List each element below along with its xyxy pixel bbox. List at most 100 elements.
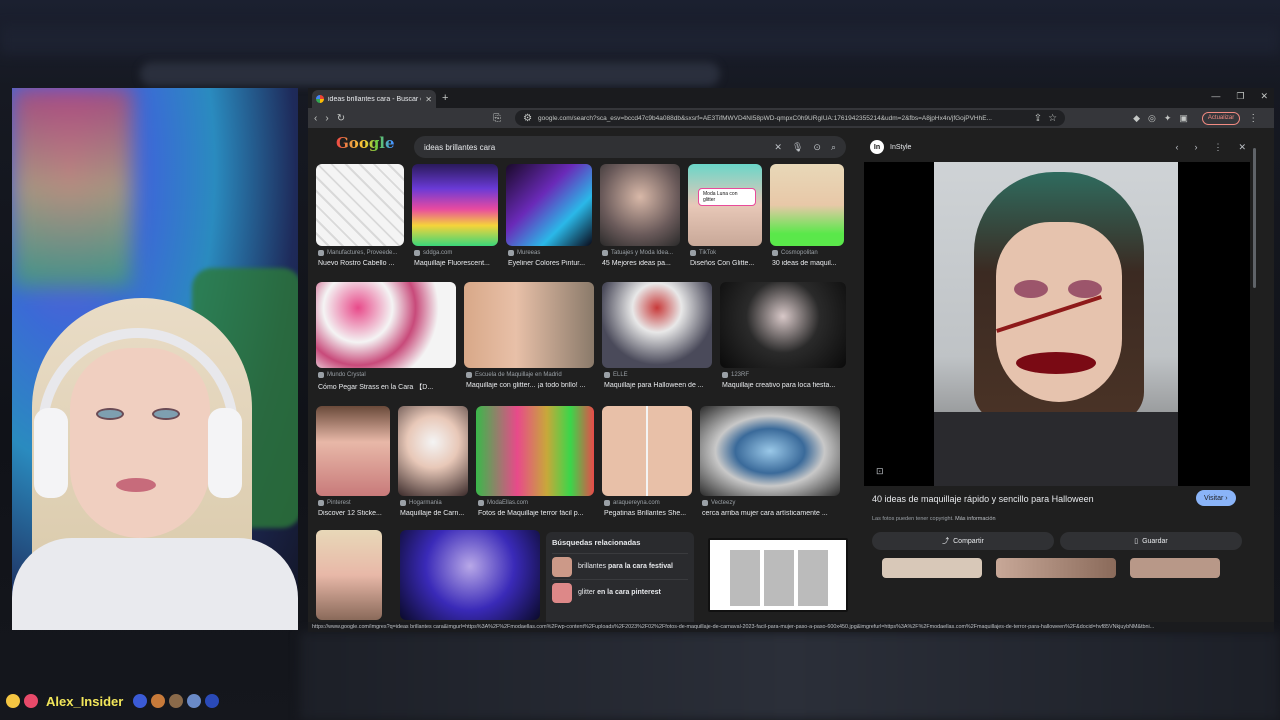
more-image-thumbnail[interactable]	[1130, 558, 1220, 578]
preview-controls: ‹ › ⋮ ✕	[1175, 142, 1246, 153]
screen: Alex_Insider ideas brillantes cara - Bus…	[0, 0, 1280, 720]
result-caption: Diseños Con Glitte...	[690, 260, 755, 267]
browser-tab[interactable]: ideas brillantes cara - Buscar co ✕	[312, 90, 436, 108]
maximize-icon[interactable]: ❐	[1236, 91, 1244, 102]
scrollbar[interactable]	[1253, 148, 1256, 288]
result-thumbnail	[316, 530, 382, 620]
result-caption: Maquillaje creativo para loca fiesta...	[722, 382, 836, 389]
forward-icon[interactable]: ›	[325, 113, 328, 124]
more-image-thumbnail[interactable]	[882, 558, 982, 578]
back-icon[interactable]: ‹	[314, 113, 317, 124]
more-info-link[interactable]: Más información	[955, 516, 995, 522]
emote-badge-icon	[169, 694, 184, 708]
result-source: Hogarmania	[400, 500, 442, 506]
result-caption: 30 ideas de maquil...	[772, 260, 837, 267]
result-source: Cosmopolitan	[772, 250, 818, 256]
star-icon[interactable]: ☆	[1048, 113, 1057, 124]
sidebar-icon[interactable]: ▣	[1179, 113, 1188, 124]
close-icon[interactable]: ✕	[1238, 142, 1246, 153]
visit-button[interactable]: Visitar ›	[1196, 490, 1236, 506]
related-search-label: brillantes para la cara festival	[578, 563, 673, 570]
address-bar[interactable]: ⚙ google.com/search?sca_esv=bccd47c9b4a0…	[515, 110, 1066, 126]
image-result[interactable]: Escuela de Maquillaje en Madrid Maquilla…	[464, 282, 594, 394]
image-result[interactable]: Moda Luna con glitter TikTok Diseños Con…	[688, 164, 762, 268]
result-thumbnail	[770, 164, 844, 246]
image-result[interactable]: Manufactures, Proveede... Nuevo Rostro C…	[316, 164, 404, 268]
share-page-icon[interactable]: ⇪	[1034, 113, 1042, 124]
result-caption: Cómo Pegar Strass en la Cara 【D...	[318, 384, 434, 391]
image-result[interactable]: araquereyna.com Pegatinas Brillantes She…	[602, 406, 692, 518]
microphone-icon[interactable]: 🎙	[792, 142, 803, 153]
minimize-icon[interactable]: —	[1211, 91, 1220, 102]
image-result[interactable]: 123RF Maquillaje creativo para loca fies…	[720, 282, 846, 394]
site-info-icon[interactable]: ⚙	[523, 113, 532, 124]
results-row: Manufactures, Proveede... Nuevo Rostro C…	[316, 164, 844, 268]
clear-icon[interactable]: ✕	[774, 142, 782, 153]
result-caption: Nuevo Rostro Cabello ...	[318, 260, 395, 267]
address-url: google.com/search?sca_esv=bccd47c9b4a088…	[538, 114, 992, 122]
save-button[interactable]: ▯ Guardar	[1060, 532, 1242, 550]
new-tab-icon[interactable]: +	[442, 92, 448, 104]
close-tab-icon[interactable]: ✕	[425, 95, 432, 104]
image-result[interactable]: sddga.com Maquillaje Fluorescent...	[412, 164, 498, 268]
preview-image[interactable]	[934, 162, 1178, 486]
image-result[interactable]	[316, 530, 382, 620]
search-icon[interactable]: ⌕	[831, 142, 836, 153]
close-window-icon[interactable]: ✕	[1260, 91, 1268, 102]
result-source: Escuela de Maquillaje en Madrid	[466, 372, 562, 378]
extension-icon[interactable]: ◆	[1133, 113, 1140, 124]
extensions-puzzle-icon[interactable]: ✦	[1164, 113, 1172, 124]
result-source: ELLE	[604, 372, 628, 378]
update-button[interactable]: Actualizar	[1201, 111, 1241, 125]
preview-source-name: InStyle	[890, 143, 912, 151]
more-options-icon[interactable]: ⋮	[1213, 142, 1222, 153]
tab-strip: ideas brillantes cara - Buscar co ✕ + — …	[308, 88, 1274, 108]
preview-title[interactable]: 40 ideas de maquillaje rápido y sencillo…	[872, 494, 1094, 504]
image-result[interactable]: Tatuajes y Moda Idea... 45 Mejores ideas…	[600, 164, 680, 268]
lens-icon[interactable]: ⊙	[813, 142, 821, 153]
result-caption: Eyeliner Colores Pintur...	[508, 260, 586, 267]
result-caption: Maquillaje de Carn...	[400, 510, 465, 517]
result-caption: Maquillaje con glitter... ¡a todo brillo…	[466, 382, 586, 389]
result-source: Manufactures, Proveede...	[318, 250, 397, 256]
preview-image-area	[864, 162, 1250, 486]
window-controls: — ❐ ✕	[1211, 91, 1268, 102]
lens-search-icon[interactable]: ⊡	[876, 466, 884, 477]
reload-icon[interactable]: ↻	[337, 113, 345, 124]
result-thumbnail	[412, 164, 498, 246]
related-search-item[interactable]: glitter en la cara pinterest	[552, 579, 688, 605]
tiktok-overlay-label: Moda Luna con glitter	[698, 188, 756, 206]
image-result[interactable]: ELLE Maquillaje para Halloween de ...	[602, 282, 712, 394]
results-row: Pinterest Discover 12 Sticke... Hogarman…	[316, 406, 840, 518]
preview-source[interactable]: In InStyle	[870, 140, 911, 154]
share-button[interactable]: ⤴ Compartir	[872, 532, 1054, 550]
search-box[interactable]: ideas brillantes cara ✕ 🎙 ⊙ ⌕	[414, 136, 846, 158]
previous-icon[interactable]: ‹	[1175, 142, 1178, 153]
image-result[interactable]: Hogarmania Maquillaje de Carn...	[398, 406, 468, 518]
blurred-top-bar	[0, 26, 1280, 54]
image-result[interactable]: Cosmopolitan 30 ideas de maquil...	[770, 164, 844, 268]
image-result[interactable]: Vecteezy cerca arriba mujer cara artísti…	[700, 406, 840, 518]
image-result[interactable]: Mundo Crystal Cómo Pegar Strass en la Ca…	[316, 282, 456, 394]
result-source: Mundo Crystal	[318, 372, 366, 378]
extension-icon[interactable]: ◎	[1148, 113, 1156, 124]
related-search-item[interactable]: brillantes para la cara festival	[552, 553, 688, 579]
menu-icon[interactable]: ⋮	[1248, 113, 1258, 124]
image-result[interactable]: Mureeas Eyeliner Colores Pintur...	[506, 164, 592, 268]
more-image-thumbnail[interactable]	[996, 558, 1116, 578]
bookmark-icon[interactable]: ⎘	[493, 113, 501, 124]
results-row: Mundo Crystal Cómo Pegar Strass en la Ca…	[316, 282, 846, 394]
image-result[interactable]	[400, 530, 540, 620]
google-doodle-logo[interactable]: Google	[336, 134, 406, 156]
image-result[interactable]: Pinterest Discover 12 Sticke...	[316, 406, 390, 518]
streamer-username: Alex_Insider	[46, 693, 124, 709]
image-result[interactable]: ModaEllas.com Fotos de Maquillaje terror…	[476, 406, 594, 518]
status-bar-url: https://www.google.com/imgres?q=ideas br…	[308, 622, 1274, 632]
image-result-comparison[interactable]	[708, 538, 848, 612]
share-icon: ⤴	[942, 538, 950, 545]
heart-icon	[24, 694, 38, 708]
next-icon[interactable]: ›	[1194, 142, 1197, 153]
result-thumbnail	[316, 406, 390, 496]
blurred-bottom-content	[300, 632, 1280, 720]
globe-badge-icon	[205, 694, 220, 708]
